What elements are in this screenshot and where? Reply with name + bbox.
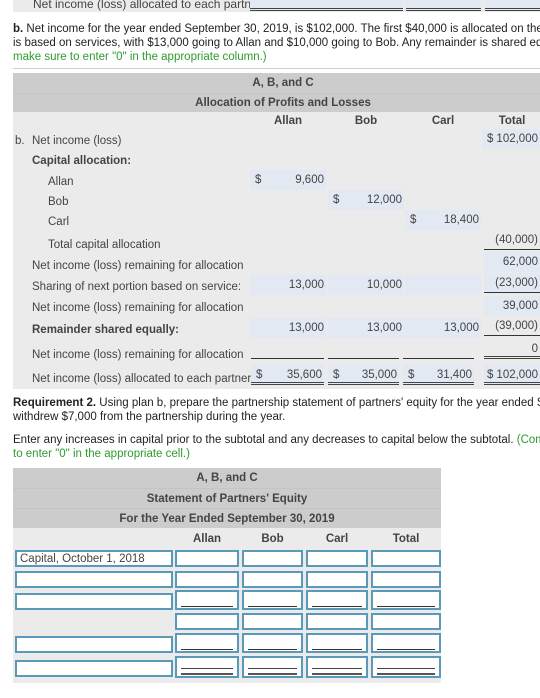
stmt-row5-bob-input[interactable] bbox=[242, 633, 303, 653]
service-total[interactable]: (23,000) bbox=[484, 273, 540, 293]
top-row-label: Net income (loss) allocated to each part… bbox=[33, 0, 262, 11]
stmt-row6-carl-input[interactable] bbox=[306, 656, 368, 678]
stmt-row3-bob-input[interactable] bbox=[242, 590, 303, 610]
stmt-row6-total-input[interactable] bbox=[371, 656, 441, 678]
total-capital-value[interactable]: (40,000) bbox=[484, 230, 540, 250]
allocated-total[interactable]: $102,000 bbox=[484, 365, 540, 385]
stmt-row4-allan-input[interactable] bbox=[175, 613, 239, 630]
stmt-col-carl: Carl bbox=[325, 533, 349, 545]
capital-allan-label: Allan bbox=[48, 176, 74, 188]
remaining3-carl-line bbox=[403, 358, 474, 359]
part-b-line2: is based on services, with $13,000 going… bbox=[13, 37, 540, 51]
top-row-bob-cell bbox=[328, 0, 403, 11]
remaining1-value[interactable]: 62,000 bbox=[484, 252, 540, 272]
remainder-bob[interactable]: 13,000 bbox=[328, 318, 404, 338]
allocation-company: A, B, and C bbox=[13, 73, 540, 93]
allocated-label: Net income (loss) allocated to each part… bbox=[32, 373, 252, 385]
stmt-row5-total-input[interactable] bbox=[371, 633, 441, 653]
stmt-col-bob: Bob bbox=[261, 533, 284, 545]
stmt-row4-carl-input[interactable] bbox=[306, 613, 368, 630]
total-capital-label: Total capital allocation bbox=[48, 239, 161, 251]
part-b-prefix: b. bbox=[13, 23, 24, 35]
capital-allocation-label: Capital allocation: bbox=[32, 155, 132, 167]
req2-bold: Requirement 2. bbox=[13, 397, 97, 409]
remainder-label: Remainder shared equally: bbox=[32, 324, 179, 336]
stmt-row2-allan-input[interactable] bbox=[175, 571, 239, 588]
remaining3-label: Net income (loss) remaining for allocati… bbox=[32, 349, 244, 361]
stmt-row1-allan-input[interactable] bbox=[175, 550, 239, 567]
stmt-row4-total-input[interactable] bbox=[371, 613, 441, 630]
remaining2-value[interactable]: 39,000 bbox=[484, 296, 540, 316]
statement-title: Statement of Partners' Equity bbox=[13, 488, 441, 508]
part-b-line1: b. Net income for the year ended Septemb… bbox=[13, 23, 540, 37]
stmt-row2-carl-input[interactable] bbox=[306, 571, 368, 588]
stmt-row1-carl-input[interactable] bbox=[306, 550, 368, 567]
remaining1-label: Net income (loss) remaining for allocati… bbox=[32, 260, 244, 272]
statement-period: For the Year Ended September 30, 2019 bbox=[13, 508, 441, 528]
net-income-total[interactable]: $102,000 bbox=[482, 129, 540, 149]
stmt-row6-bob-input[interactable] bbox=[242, 656, 303, 678]
req2-instr-text: Enter any increases in capital prior to … bbox=[13, 434, 514, 446]
stmt-row2-bob-input[interactable] bbox=[242, 571, 303, 588]
service-allan[interactable]: 13,000 bbox=[250, 275, 326, 295]
stmt-row4-bob-input[interactable] bbox=[242, 613, 303, 630]
col-allan: Allan bbox=[273, 115, 303, 127]
capital-carl-label: Carl bbox=[48, 216, 70, 228]
stmt-row6-label-input[interactable] bbox=[15, 660, 173, 677]
statement-company: A, B, and C bbox=[13, 468, 441, 488]
stmt-row2-label-input[interactable] bbox=[15, 571, 173, 588]
req2-text1: Using plan b, prepare the partnership st… bbox=[99, 397, 540, 409]
service-carl[interactable] bbox=[405, 275, 481, 295]
net-income-prefix: b. bbox=[15, 135, 25, 147]
remaining3-bob-line bbox=[328, 358, 399, 359]
allocated-carl[interactable]: $31,400 bbox=[403, 365, 474, 385]
top-row-carl-cell bbox=[406, 0, 481, 11]
req2-instr2: to enter "0" in the appropriate cell.) bbox=[13, 448, 190, 460]
remainder-carl[interactable]: 13,000 bbox=[405, 318, 481, 338]
remaining2-label: Net income (loss) remaining for allocati… bbox=[32, 302, 244, 314]
remainder-allan[interactable]: 13,000 bbox=[250, 318, 326, 338]
part-b-text1: Net income for the year ended September … bbox=[23, 23, 540, 35]
stmt-col-total: Total bbox=[392, 533, 420, 545]
stmt-row5-allan-input[interactable] bbox=[175, 633, 239, 653]
stmt-row1-total-input[interactable] bbox=[371, 550, 441, 567]
top-cutoff-row: Net income (loss) allocated to each part… bbox=[13, 0, 540, 12]
col-bob: Bob bbox=[354, 115, 378, 127]
section-divider bbox=[13, 68, 540, 69]
part-b-text2: is based on services, with $13,000 going… bbox=[13, 37, 540, 49]
top-row-total-cell bbox=[485, 0, 540, 11]
remainder-total[interactable]: (39,000) bbox=[484, 316, 540, 336]
stmt-row3-total-input[interactable] bbox=[371, 590, 441, 610]
service-bob[interactable]: 10,000 bbox=[328, 275, 404, 295]
allocation-title: Allocation of Profits and Losses bbox=[13, 93, 540, 112]
allocated-allan[interactable]: $35,600 bbox=[251, 365, 324, 385]
stmt-row3-carl-input[interactable] bbox=[306, 590, 368, 610]
service-label: Sharing of next portion based on service… bbox=[32, 281, 242, 293]
req2-line1: Requirement 2. Using plan b, prepare the… bbox=[13, 397, 540, 411]
part-b-green-line3: make sure to enter "0" in the appropriat… bbox=[13, 51, 267, 63]
col-carl: Carl bbox=[431, 115, 455, 127]
stmt-row1-bob-input[interactable] bbox=[242, 550, 303, 567]
capital-carl-value[interactable]: $18,400 bbox=[405, 210, 481, 230]
stmt-row5-label-input[interactable] bbox=[15, 636, 173, 653]
allocated-bob[interactable]: $35,000 bbox=[328, 365, 399, 385]
req2-instr-green: (Complete all bbox=[516, 434, 540, 446]
remaining3-total[interactable]: 0 bbox=[484, 339, 540, 359]
remaining3-allan-line bbox=[251, 358, 324, 359]
stmt-row6-allan-input[interactable] bbox=[175, 656, 239, 678]
stmt-row3-label-input[interactable] bbox=[15, 593, 173, 610]
net-income-label: Net income (loss) bbox=[32, 135, 122, 147]
stmt-row1-label-input[interactable] bbox=[15, 550, 173, 567]
stmt-row5-carl-input[interactable] bbox=[306, 633, 368, 653]
stmt-row2-total-input[interactable] bbox=[371, 571, 441, 588]
capital-bob-value[interactable]: $12,000 bbox=[328, 190, 404, 210]
req2-instr1: Enter any increases in capital prior to … bbox=[13, 434, 540, 448]
col-total: Total bbox=[498, 115, 526, 127]
stmt-row3-allan-input[interactable] bbox=[175, 590, 239, 610]
capital-allan-value[interactable]: $9,600 bbox=[250, 170, 326, 190]
stmt-col-allan: Allan bbox=[192, 533, 222, 545]
capital-bob-label: Bob bbox=[48, 196, 69, 208]
req2-line2: withdrew $7,000 from the partnership dur… bbox=[13, 411, 286, 423]
